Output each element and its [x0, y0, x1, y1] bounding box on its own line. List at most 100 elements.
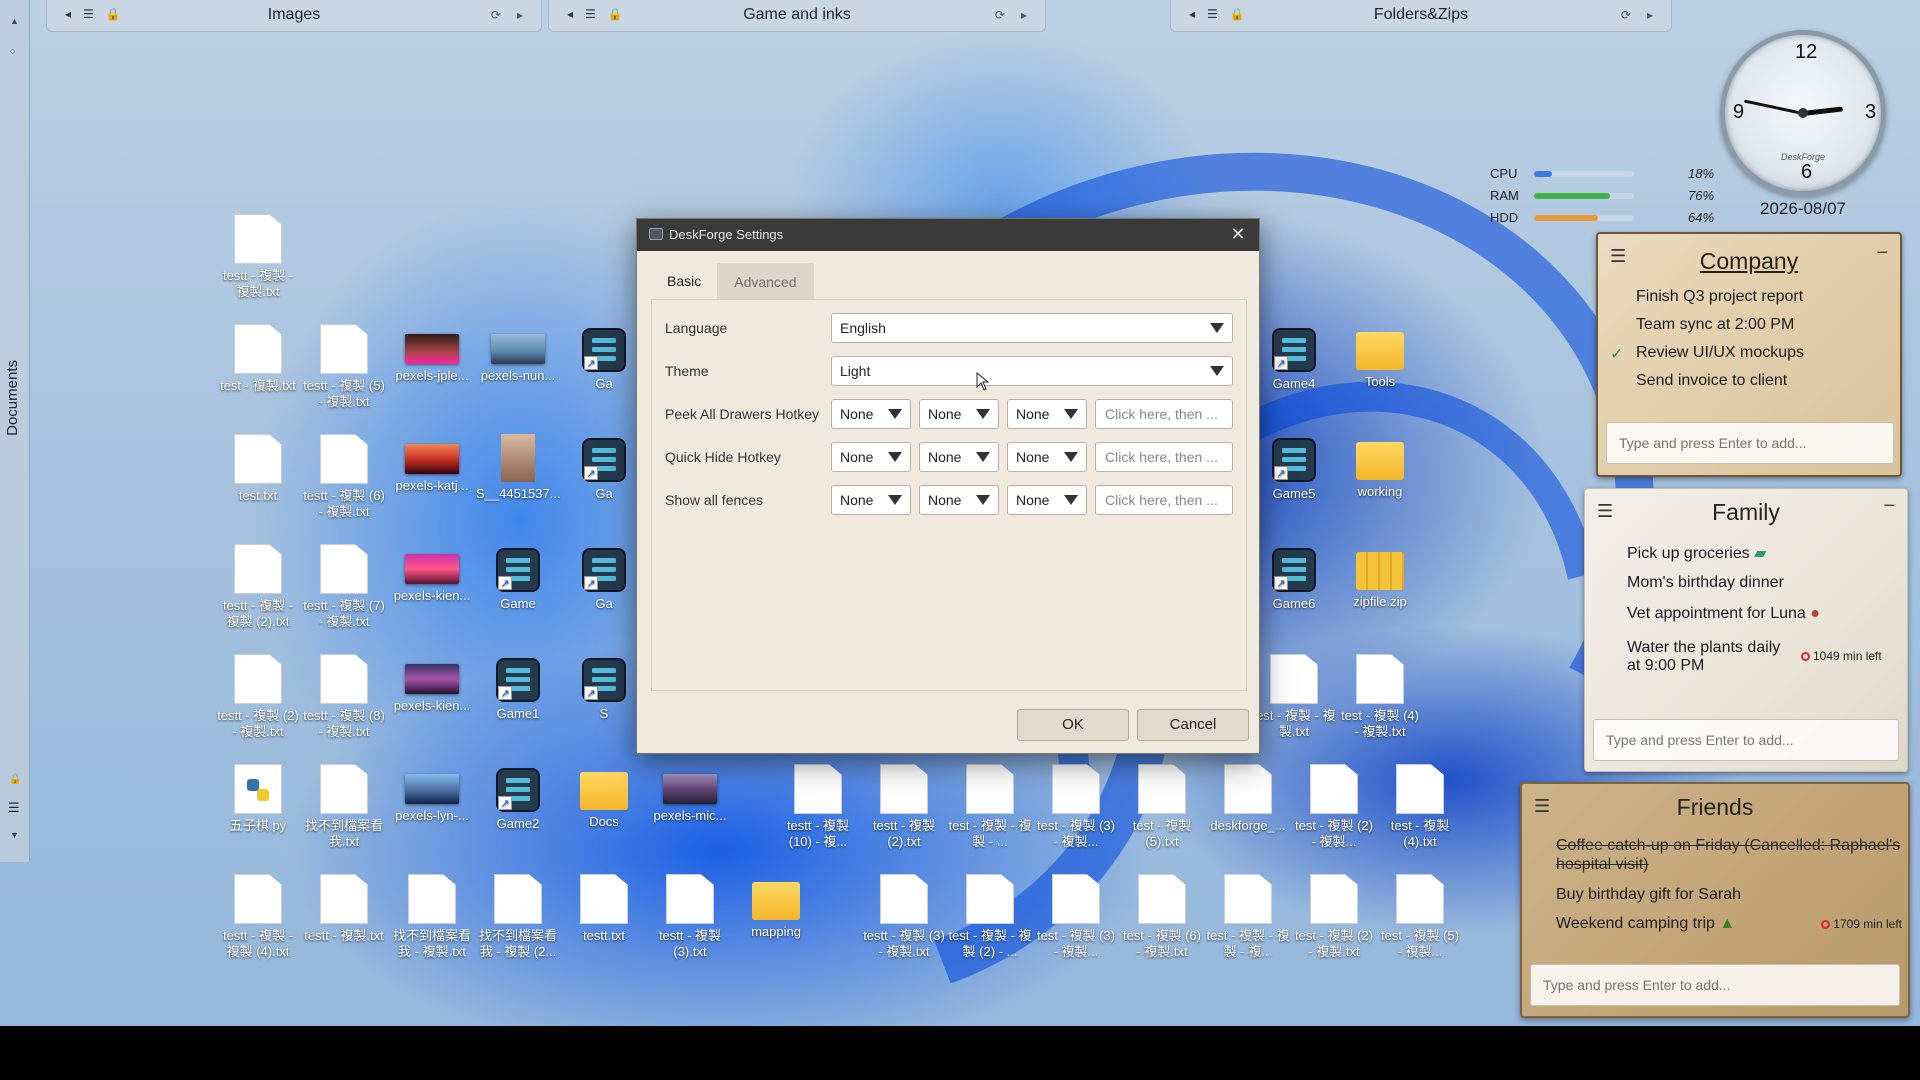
desktop-icon-label: 五子棋.py: [229, 818, 287, 833]
note-item[interactable]: ✓ Review UI/UX mockups: [1610, 344, 1804, 372]
desktop-icon[interactable]: S__4451537...: [476, 434, 561, 502]
note-item[interactable]: Weekend camping trip ▲ 1709 min left: [1556, 915, 1902, 943]
minimize-icon[interactable]: −: [1883, 495, 1895, 518]
desktop-icon[interactable]: 找不到檔案看我.txt: [302, 764, 386, 850]
desktop-icon[interactable]: pexels-kien...: [390, 654, 474, 714]
hotkey-capture-input[interactable]: Click here, then ...: [1095, 485, 1233, 515]
modifier-select-1[interactable]: None: [831, 485, 911, 515]
theme-select[interactable]: Light: [831, 356, 1233, 386]
modifier-select-3[interactable]: None: [1007, 399, 1087, 429]
desktop-icon[interactable]: test - 複製 - 複製 - 複...: [1206, 874, 1290, 960]
desktop-icon[interactable]: ↗ Game5: [1252, 434, 1336, 502]
desktop-icon[interactable]: ↗ S: [562, 654, 646, 722]
desktop-icon[interactable]: working: [1338, 434, 1422, 500]
cancel-button[interactable]: Cancel: [1137, 709, 1249, 741]
note-item[interactable]: Vet appointment for Luna ●: [1627, 605, 1897, 639]
desktop-icon[interactable]: test - 複製.txt: [216, 324, 300, 394]
desktop-icon[interactable]: test - 複製 (4).txt: [1378, 764, 1462, 850]
desktop-icon[interactable]: 找不到檔案看我 - 複製 (2...: [476, 874, 560, 960]
desktop-icon[interactable]: test - 複製 - 複製.txt: [1252, 654, 1336, 740]
desktop-icon[interactable]: Docs: [562, 764, 646, 830]
note-item[interactable]: Finish Q3 project report: [1636, 288, 1804, 316]
desktop-icon[interactable]: testt - 複製 (3) - 複製.txt: [862, 874, 946, 960]
desktop-icon[interactable]: ↗ Game4: [1252, 324, 1336, 392]
modifier-select-2[interactable]: None: [919, 399, 999, 429]
desktop-icon[interactable]: testt - 複製 (8) - 複製.txt: [302, 654, 386, 740]
tab-basic[interactable]: Basic: [651, 263, 717, 299]
desktop-icon[interactable]: testt - 複製 (3).txt: [648, 874, 732, 960]
desktop-icon[interactable]: ↗ Ga: [562, 434, 646, 502]
hotkey-capture-input[interactable]: Click here, then ...: [1095, 399, 1233, 429]
desktop-icon[interactable]: testt - 複製 - 複製 (4).txt: [216, 874, 300, 960]
desktop-icon[interactable]: deskforge_...: [1206, 764, 1290, 834]
desktop-icon[interactable]: test - 複製 (3) - 複製...: [1034, 874, 1118, 960]
note-item[interactable]: Coffee catch-up on Friday (Cancelled: Ra…: [1556, 836, 1902, 886]
desktop-icon[interactable]: testt - 複製 (7) - 複製.txt: [302, 544, 386, 630]
modifier-select-1[interactable]: None: [831, 399, 911, 429]
friends-note-fence[interactable]: ☰ Friends Coffee catch-up on Friday (Can…: [1520, 782, 1910, 1018]
desktop-icon[interactable]: testt - 複製 - 複製 (2).txt: [216, 544, 300, 630]
desktop-icon[interactable]: zipfile.zip: [1338, 544, 1422, 610]
desktop-icon[interactable]: test - 複製 - 複製 (2) - ...: [948, 874, 1032, 960]
desktop-icon[interactable]: ↗ Ga: [562, 324, 646, 392]
modifier-select-3[interactable]: None: [1007, 485, 1087, 515]
desktop-icon[interactable]: test - 複製 (5) - 複製...: [1378, 874, 1462, 960]
desktop-icon[interactable]: testt - 複製 (2) - 複製.txt: [216, 654, 300, 740]
note-item[interactable]: Team sync at 2:00 PM: [1636, 316, 1804, 344]
desktop-icon[interactable]: ↗ Ga: [562, 544, 646, 612]
note-item[interactable]: Mom's birthday dinner: [1627, 574, 1897, 605]
desktop-icon[interactable]: pexels-katj...: [390, 434, 474, 494]
language-select[interactable]: English: [831, 313, 1233, 343]
desktop-icon[interactable]: ↗ Game1: [476, 654, 560, 722]
desktop-icon[interactable]: test - 複製 (5).txt: [1120, 764, 1204, 850]
desktop-icon[interactable]: test - 複製 - 複製 - ...: [948, 764, 1032, 850]
note-item[interactable]: Buy birthday gift for Sarah: [1556, 886, 1902, 915]
desktop-icon[interactable]: testt - 複製 (6) - 複製.txt: [302, 434, 386, 520]
desktop-icon[interactable]: pexels-kien...: [390, 544, 474, 604]
note-item[interactable]: Water the plants daily at 9:00 PM 1049 m…: [1627, 639, 1882, 679]
desktop-icon[interactable]: testt - 複製 (10) - 複...: [776, 764, 860, 850]
desktop-icon[interactable]: testt - 複製 - 複製.txt: [216, 214, 300, 300]
desktop-icon[interactable]: test - 複製 (2) - 複製.txt: [1292, 874, 1376, 960]
desktop-icon[interactable]: test - 複製 (6) - 複製.txt: [1120, 874, 1204, 960]
dialog-titlebar[interactable]: DeskForge Settings ✕: [637, 219, 1259, 251]
desktop-icon[interactable]: testt.txt: [562, 874, 646, 944]
desktop-icon[interactable]: pexels-nun...: [476, 324, 560, 384]
company-note-fence[interactable]: ☰ Company − Finish Q3 project report Tea…: [1596, 232, 1902, 477]
text-file-icon: [1138, 764, 1186, 814]
modifier-select-2[interactable]: None: [919, 442, 999, 472]
desktop-icon[interactable]: pexels-lyn-...: [390, 764, 474, 824]
desktop-icon[interactable]: testt - 複製 (5) - 複製.txt: [302, 324, 386, 410]
modifier-select-1[interactable]: None: [831, 442, 911, 472]
desktop-icon[interactable]: 五子棋.py: [216, 764, 300, 834]
modifier-select-2[interactable]: None: [919, 485, 999, 515]
desktop-icon[interactable]: testt - 複製 (2).txt: [862, 764, 946, 850]
desktop-icon[interactable]: pexels-jple...: [390, 324, 474, 384]
ok-button[interactable]: OK: [1017, 709, 1129, 741]
modifier-select-3[interactable]: None: [1007, 442, 1087, 472]
desktop-icon[interactable]: test.txt: [216, 434, 300, 504]
desktop-icon[interactable]: ↗ Game6: [1252, 544, 1336, 612]
note-item[interactable]: Pick up groceries ▰: [1627, 543, 1897, 574]
close-icon[interactable]: ✕: [1227, 223, 1249, 245]
desktop-icon[interactable]: testt - 複製.txt: [302, 874, 386, 944]
note-item[interactable]: Send invoice to client: [1636, 372, 1804, 400]
add-task-input[interactable]: [1593, 719, 1899, 761]
add-task-input[interactable]: [1606, 422, 1894, 464]
game-shortcut-icon: ↗: [1272, 328, 1316, 372]
desktop-icon[interactable]: 找不到檔案看我 - 複製.txt: [390, 874, 474, 960]
desktop-icon[interactable]: ↗ Game2: [476, 764, 560, 832]
tab-advanced[interactable]: Advanced: [717, 263, 814, 299]
desktop-icon[interactable]: pexels-mic...: [648, 764, 732, 824]
minimize-icon[interactable]: −: [1876, 242, 1888, 265]
family-note-fence[interactable]: ☰ Family − Pick up groceries ▰ Mom's bir…: [1584, 488, 1908, 772]
desktop-icon[interactable]: Tools: [1338, 324, 1422, 390]
desktop-icon[interactable]: ↗ Game: [476, 544, 560, 612]
timer-text: 1709 min left: [1833, 917, 1902, 931]
hotkey-capture-input[interactable]: Click here, then ...: [1095, 442, 1233, 472]
desktop-icon[interactable]: test - 複製 (2) - 複製...: [1292, 764, 1376, 850]
add-task-input[interactable]: [1530, 964, 1900, 1006]
desktop-icon[interactable]: test - 複製 (4) - 複製.txt: [1338, 654, 1422, 740]
desktop-icon[interactable]: test - 複製 (3) - 複製...: [1034, 764, 1118, 850]
desktop-icon[interactable]: mapping: [734, 874, 818, 940]
